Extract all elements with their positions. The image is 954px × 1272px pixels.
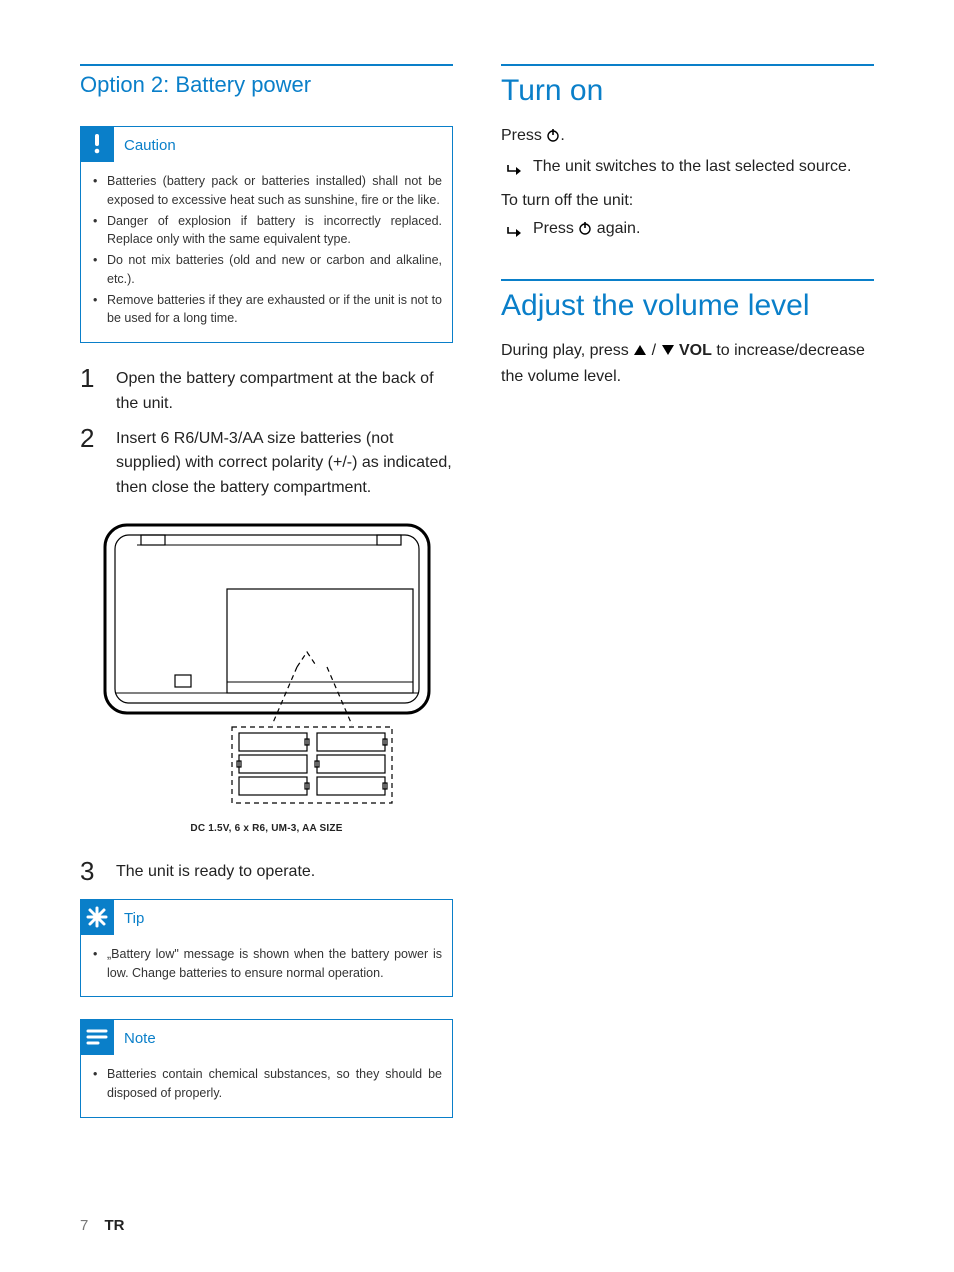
press-power-line: Press . (501, 124, 874, 151)
tip-title: Tip (124, 908, 144, 927)
step-row: 1 Open the battery compartment at the ba… (80, 365, 453, 417)
triangle-down-icon (661, 340, 675, 365)
tip-item: „Battery low" message is shown when the … (93, 945, 442, 983)
step-row: 3 The unit is ready to operate. (80, 858, 453, 885)
step-number: 3 (80, 858, 102, 885)
off-post: again. (592, 220, 640, 237)
off-pre: Press (533, 220, 578, 237)
page-number: 7 (80, 1217, 88, 1234)
heading-turn-on: Turn on (501, 72, 874, 108)
caution-item: Do not mix batteries (old and new or car… (93, 251, 442, 289)
result-arrow-icon (507, 155, 523, 185)
vol-pre: During play, press (501, 342, 633, 359)
press-post: . (560, 127, 564, 144)
step-text: Open the battery compartment at the back… (116, 365, 453, 417)
turn-off-action: Press again. (533, 217, 640, 247)
turn-on-result: The unit switches to the last selected s… (533, 155, 851, 185)
step-text: The unit is ready to operate. (116, 858, 315, 885)
heading-volume: Adjust the volume level (501, 287, 874, 323)
caution-item: Remove batteries if they are exhausted o… (93, 291, 442, 329)
note-title: Note (124, 1028, 156, 1047)
asterisk-icon (80, 899, 114, 935)
note-icon (80, 1019, 114, 1055)
step-number: 1 (80, 365, 102, 417)
caution-title: Caution (124, 135, 176, 154)
page-footer: 7 TR (80, 1217, 125, 1234)
note-box: Note Batteries contain chemical substanc… (80, 1019, 453, 1118)
volume-line: During play, press / VOL to increase/dec… (501, 339, 874, 390)
exclamation-icon (80, 126, 114, 162)
press-pre: Press (501, 127, 546, 144)
diagram-caption: DC 1.5V, 6 x R6, UM-3, AA SIZE (190, 823, 342, 834)
triangle-up-icon (633, 340, 647, 365)
result-row: Press again. (501, 217, 874, 247)
power-icon (546, 126, 560, 151)
power-icon (578, 219, 592, 244)
result-arrow-icon (507, 217, 523, 247)
battery-diagram: DC 1.5V, 6 x R6, UM-3, AA SIZE (80, 517, 453, 834)
step-number: 2 (80, 425, 102, 501)
step-text: Insert 6 R6/UM-3/AA size batteries (not … (116, 425, 453, 501)
subheading-battery-power: Option 2: Battery power (80, 72, 453, 98)
caution-box: Caution Batteries (battery pack or batte… (80, 126, 453, 343)
step-row: 2 Insert 6 R6/UM-3/AA size batteries (no… (80, 425, 453, 501)
note-item: Batteries contain chemical substances, s… (93, 1065, 442, 1103)
tip-box: Tip „Battery low" message is shown when … (80, 899, 453, 998)
caution-item: Batteries (battery pack or batteries ins… (93, 172, 442, 210)
turn-off-intro: To turn off the unit: (501, 189, 874, 214)
volume-rule (501, 279, 874, 281)
left-section-rule (80, 64, 453, 66)
result-row: The unit switches to the last selected s… (501, 155, 874, 185)
vol-label: VOL (679, 342, 712, 359)
turn-on-rule (501, 64, 874, 66)
caution-item: Danger of explosion if battery is incorr… (93, 212, 442, 250)
language-code: TR (105, 1217, 125, 1234)
